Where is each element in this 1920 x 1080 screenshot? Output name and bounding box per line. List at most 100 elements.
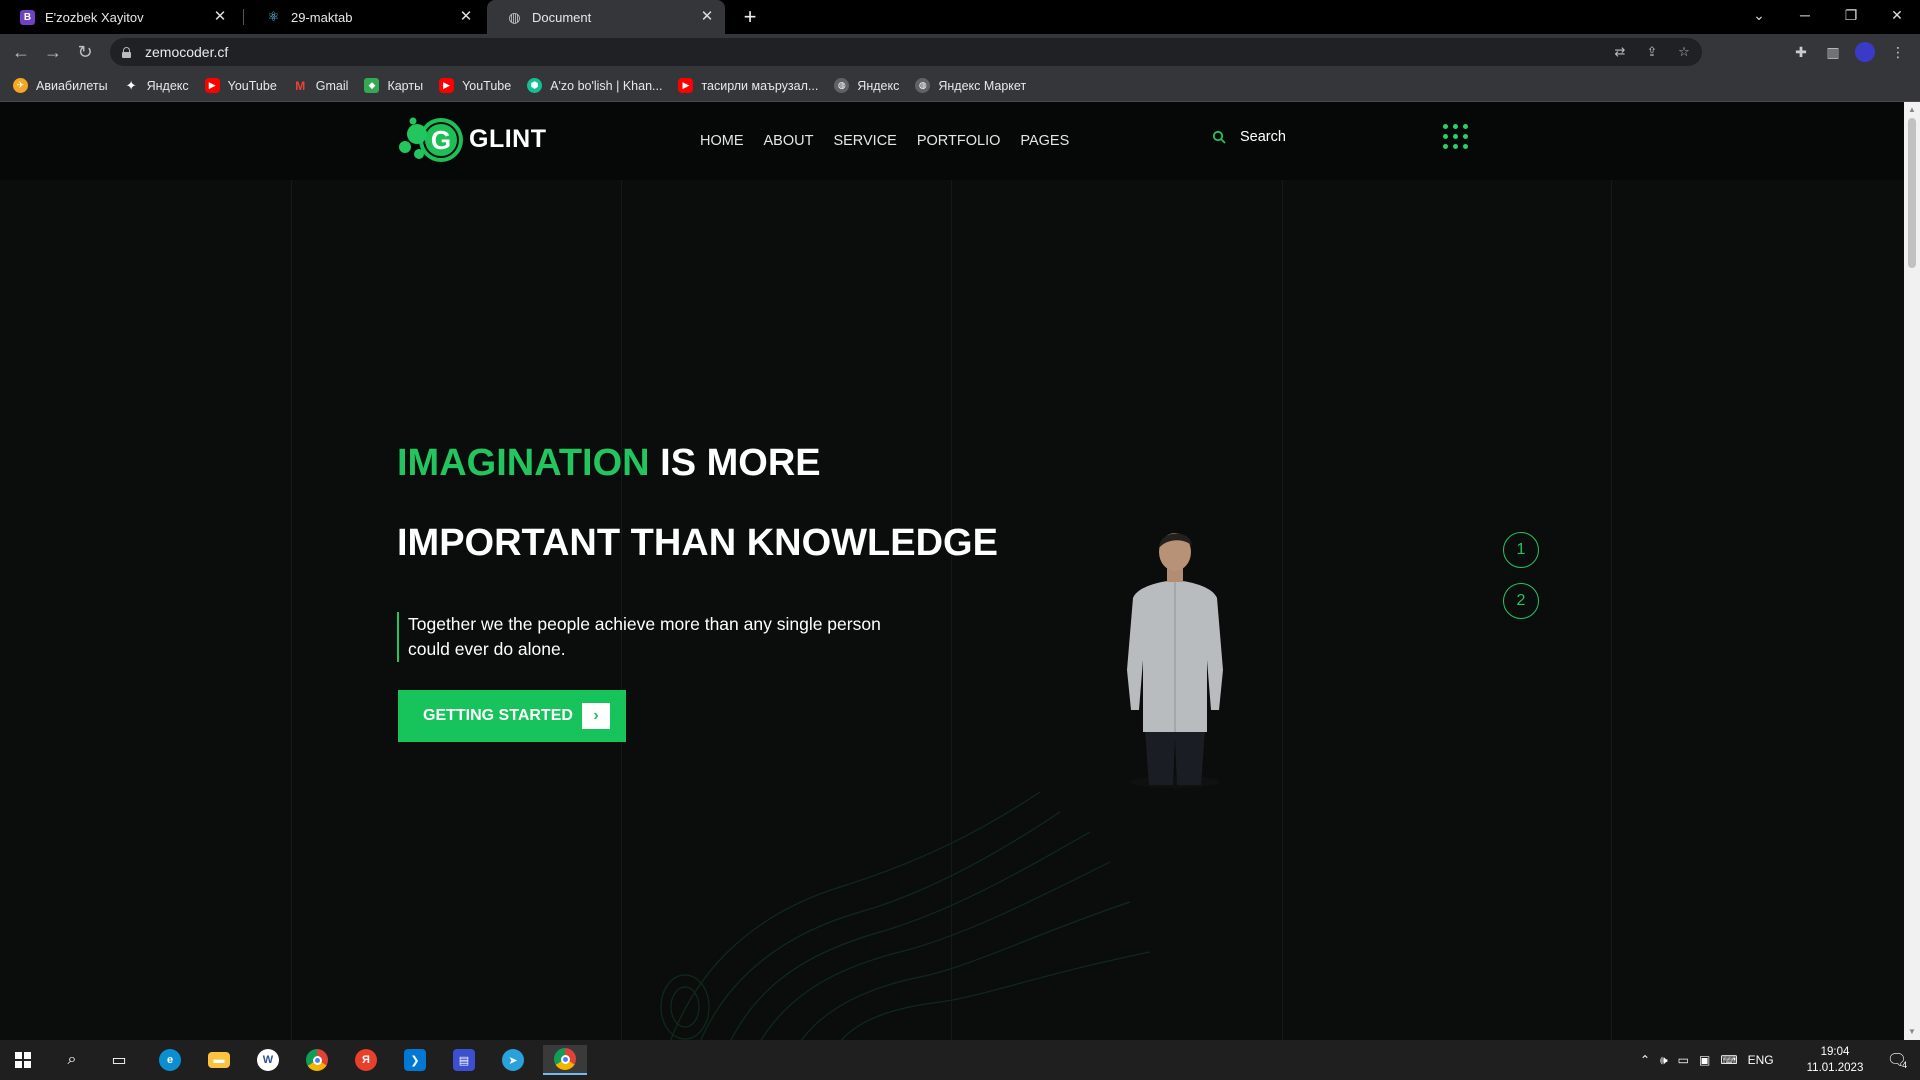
bookmark-maps[interactable]: ◆ Карты xyxy=(364,78,423,93)
back-button[interactable]: ← xyxy=(9,40,33,64)
bookmark-label: Авиабилеты xyxy=(36,78,108,93)
bookmark-label: тасирли маърузал... xyxy=(701,78,819,93)
tab-ezozbek[interactable]: B E'zozbek Xayitov ✕ xyxy=(0,0,238,34)
chrome-icon[interactable] xyxy=(297,1045,337,1075)
language-indicator[interactable]: ENG xyxy=(1748,1053,1774,1067)
maps-icon: ◆ xyxy=(364,78,380,93)
nav-home[interactable]: HOME xyxy=(700,133,744,149)
nav-service[interactable]: SERVICE xyxy=(833,133,896,149)
nav-pages[interactable]: PAGES xyxy=(1020,133,1069,149)
browser-tab-strip: B E'zozbek Xayitov ✕ ⚛ 29-maktab ✕ ◍ Doc… xyxy=(0,0,1920,34)
windows-taskbar: ⌕ ▭ e ▬ W Я ❯ ▤ ➤ ⌃ 🕪 ▭ ▣ ⌨ ENG 19:04 11… xyxy=(0,1040,1920,1080)
close-icon[interactable]: ✕ xyxy=(699,9,715,25)
save-app-icon[interactable]: ▤ xyxy=(444,1045,484,1075)
side-panel-icon[interactable]: ▥ xyxy=(1821,40,1845,64)
grid-line xyxy=(291,180,292,1040)
windows-start-icon[interactable] xyxy=(3,1045,43,1075)
bookmark-label: YouTube xyxy=(227,78,277,93)
tab-separator xyxy=(243,9,244,25)
translate-icon[interactable]: ⇄ xyxy=(1610,42,1630,62)
bookmark-youtube-2[interactable]: ▶ YouTube xyxy=(439,78,511,93)
notification-count: 4 xyxy=(1902,1060,1908,1070)
close-icon[interactable]: ✕ xyxy=(458,9,474,25)
menu-kebab-icon[interactable]: ⋮ xyxy=(1886,40,1910,64)
avia-icon: ✈ xyxy=(13,78,28,93)
clock-date: 11.01.2023 xyxy=(1806,1062,1864,1074)
new-tab-button[interactable]: + xyxy=(737,4,763,30)
chevron-up-icon[interactable]: ⌃ xyxy=(1640,1053,1650,1067)
tab-title: Document xyxy=(532,9,592,25)
telegram-icon[interactable]: ➤ xyxy=(493,1045,533,1075)
tab-29-maktab[interactable]: ⚛ 29-maktab ✕ xyxy=(246,0,484,34)
nav-portfolio[interactable]: PORTFOLIO xyxy=(917,133,1001,149)
slider-dot-1[interactable]: 1 xyxy=(1503,532,1539,568)
system-tray: ⌃ 🕪 ▭ ▣ ⌨ ENG xyxy=(1640,1040,1774,1080)
browser-toolbar: ← → ↻ zemocoder.cf ⇄ ⇪ ☆ ✚ ▥ ⋮ xyxy=(0,34,1920,70)
grid-line xyxy=(621,180,622,1040)
getting-started-button[interactable]: GETTING STARTED › xyxy=(398,690,626,742)
bookmark-khan[interactable]: ⬢ A'zo bo'lish | Khan... xyxy=(527,78,662,93)
bookmark-label: YouTube xyxy=(462,78,512,93)
close-icon[interactable]: ✕ xyxy=(212,9,228,25)
slider-dot-2[interactable]: 2 xyxy=(1503,583,1539,619)
keyboard-icon[interactable]: ⌨ xyxy=(1720,1053,1737,1067)
page-scrollbar[interactable]: ▲ ▼ xyxy=(1904,102,1920,1040)
search-input[interactable] xyxy=(1240,129,1380,145)
edge-icon[interactable]: e xyxy=(150,1045,190,1075)
vscode-icon[interactable]: ❯ xyxy=(395,1045,435,1075)
meet-now-icon[interactable]: ▣ xyxy=(1699,1053,1710,1067)
khan-icon: ⬢ xyxy=(527,78,543,93)
yandex-browser-icon[interactable]: Я xyxy=(346,1045,386,1075)
logo-text: GLINT xyxy=(469,124,547,153)
grid-menu-icon[interactable] xyxy=(1443,124,1468,149)
tab-search-icon[interactable]: ⌄ xyxy=(1736,0,1782,30)
tab-document[interactable]: ◍ Document ✕ xyxy=(487,0,725,34)
globe-icon: ◍ xyxy=(915,78,931,93)
share-icon[interactable]: ⇪ xyxy=(1642,42,1662,62)
taskbar-clock[interactable]: 19:04 11.01.2023 xyxy=(1805,1044,1865,1076)
task-view-icon[interactable]: ▭ xyxy=(99,1045,139,1075)
site-search xyxy=(1212,129,1380,145)
scrollbar-thumb[interactable] xyxy=(1908,118,1916,268)
file-explorer-icon[interactable]: ▬ xyxy=(199,1045,239,1075)
bookmark-yandex-2[interactable]: ◍ Яндекс xyxy=(834,78,899,93)
close-window-button[interactable]: ✕ xyxy=(1874,0,1920,30)
reload-button[interactable]: ↻ xyxy=(73,40,97,64)
bookmark-lectures[interactable]: ▶ тасирли маърузал... xyxy=(678,78,818,93)
scroll-up-arrow[interactable]: ▲ xyxy=(1904,102,1920,118)
bookmark-yandex-market[interactable]: ◍ Яндекс Маркет xyxy=(915,78,1026,93)
yandex-spark-icon: ✦ xyxy=(125,77,137,93)
hero-title: IMAGINATION IS MORE IMPORTANT THAN KNOWL… xyxy=(397,423,998,583)
scroll-down-arrow[interactable]: ▼ xyxy=(1904,1024,1920,1040)
bookmark-gmail[interactable]: M Gmail xyxy=(293,78,348,93)
network-icon[interactable]: ▭ xyxy=(1678,1053,1689,1067)
svg-text:G: G xyxy=(431,125,451,155)
site-header: G GLINT HOME ABOUT SERVICE PORTFOLIO PAG… xyxy=(0,102,1904,180)
forward-button[interactable]: → xyxy=(41,40,65,64)
hero-title-line2: IMPORTANT THAN KNOWLEDGE xyxy=(397,522,998,564)
bookmark-aviabilety[interactable]: ✈ Авиабилеты xyxy=(13,78,108,93)
bookmark-label: A'zo bo'lish | Khan... xyxy=(550,78,663,93)
extensions-icon[interactable]: ✚ xyxy=(1789,40,1813,64)
chevron-right-icon: › xyxy=(582,703,610,729)
chrome-active-icon[interactable] xyxy=(543,1045,587,1075)
lock-icon[interactable] xyxy=(122,46,131,58)
bookmark-yandex[interactable]: ✦ Яндекс xyxy=(124,78,189,93)
word-icon[interactable]: W xyxy=(248,1045,288,1075)
search-icon[interactable]: ⌕ xyxy=(52,1045,92,1075)
restore-button[interactable]: ❐ xyxy=(1828,0,1874,30)
bookmark-star-icon[interactable]: ☆ xyxy=(1674,42,1694,62)
bookmark-label: Яндекс Маркет xyxy=(938,78,1027,93)
site-logo[interactable]: G GLINT xyxy=(397,114,547,164)
minimize-button[interactable]: ─ xyxy=(1782,0,1828,30)
address-bar[interactable]: zemocoder.cf ⇄ ⇪ ☆ xyxy=(110,38,1702,66)
volume-icon[interactable]: 🕪 xyxy=(1660,1053,1668,1068)
notification-center-icon[interactable]: 🗨 4 xyxy=(1880,1040,1914,1080)
nav-about[interactable]: ABOUT xyxy=(764,133,814,149)
bookmarks-bar: ✈ Авиабилеты ✦ Яндекс ▶ YouTube M Gmail ◆ Кар… xyxy=(0,70,1920,102)
bookmark-youtube[interactable]: ▶ YouTube xyxy=(204,78,277,93)
bookmark-label: Яндекс xyxy=(857,78,900,93)
search-icon[interactable] xyxy=(1212,130,1226,144)
grid-line xyxy=(1282,180,1283,1040)
profile-avatar[interactable] xyxy=(1855,42,1875,62)
